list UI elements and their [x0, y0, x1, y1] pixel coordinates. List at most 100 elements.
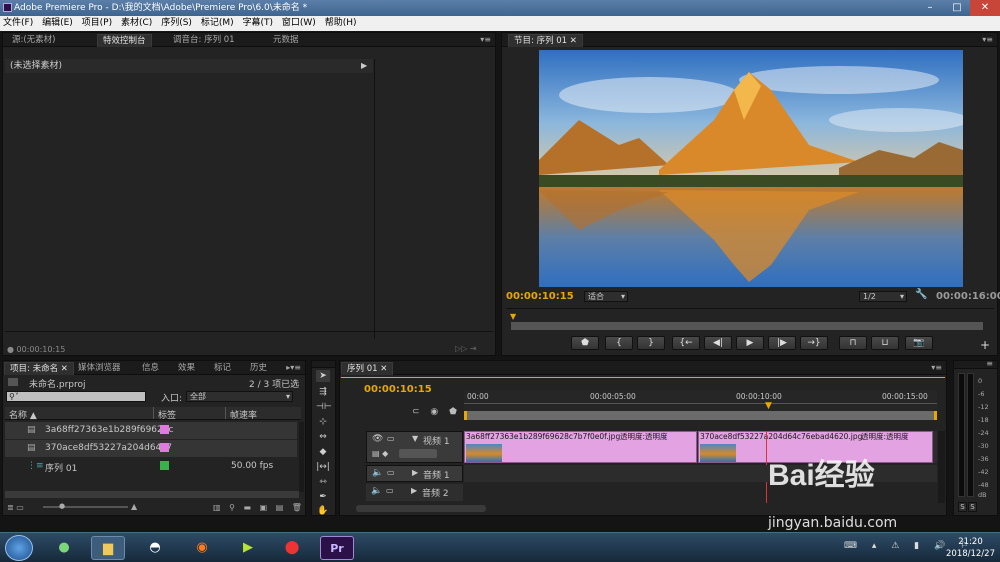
menu-help[interactable]: 帮助(H): [322, 16, 360, 31]
tab-project[interactable]: 项目: 未命名 ✕: [4, 362, 74, 375]
menu-edit[interactable]: 编辑(E): [39, 16, 76, 31]
menu-sequence[interactable]: 序列(S): [158, 16, 195, 31]
clip-effect[interactable]: 透明度:透明度: [620, 432, 668, 442]
speaker-icon[interactable]: 🔈: [372, 468, 383, 478]
mark-out-button[interactable]: }: [637, 336, 665, 350]
ripple-edit-tool-icon[interactable]: ⊣⊢: [316, 401, 332, 413]
display-style-icon[interactable]: ▤ ◆: [372, 449, 388, 458]
premiere-task-icon[interactable]: Pr: [320, 536, 354, 560]
minimize-button[interactable]: –: [917, 0, 943, 16]
step-back-button[interactable]: ◀|: [704, 336, 732, 350]
project-footer-icons[interactable]: ▥ ⚲ ▬ ▣ ▤ 🗑: [213, 503, 305, 512]
tab-media-browser[interactable]: 媒体浏览器: [73, 362, 126, 375]
search-input[interactable]: ⚲˅: [6, 391, 146, 402]
track-select-tool-icon[interactable]: ⇶: [316, 386, 330, 398]
recorder-task-icon[interactable]: ⬤: [275, 536, 309, 560]
collapse-triangle-icon[interactable]: ▼: [412, 434, 418, 443]
timeline-zoom-scrollbar[interactable]: [356, 505, 486, 512]
fit-dropdown[interactable]: 适合 ▾: [584, 291, 628, 302]
export-frame-button[interactable]: 📷: [905, 336, 933, 350]
lift-button[interactable]: ⊓: [839, 336, 867, 350]
tab-effect-controls[interactable]: 特效控制台: [97, 34, 152, 47]
clock[interactable]: 21:20 2018/12/27: [946, 536, 995, 560]
qq-task-icon[interactable]: ◓: [138, 536, 172, 560]
pen-tool-icon[interactable]: ✒: [316, 491, 330, 503]
tab-effects[interactable]: 效果: [173, 362, 200, 375]
project-item-row[interactable]: ▤ 3a68ff27363e1b289f69628c: [5, 422, 297, 439]
zoom-slider[interactable]: [43, 506, 128, 508]
panel-menu-icon[interactable]: ▸▾≡: [286, 363, 301, 372]
tab-program[interactable]: 节目: 序列 01 ✕: [508, 34, 583, 47]
step-forward-button[interactable]: |▶: [768, 336, 796, 350]
firefox-task-icon[interactable]: ◉: [185, 536, 219, 560]
column-framerate-header[interactable]: 帧速率: [230, 408, 257, 421]
panel-menu-icon[interactable]: ▾≡: [931, 363, 942, 372]
keyframe-nav[interactable]: [399, 449, 437, 458]
go-to-out-button[interactable]: →}: [800, 336, 828, 350]
list-view-icon[interactable]: ≣ ▭: [7, 503, 24, 512]
browser-task-icon[interactable]: ●: [47, 536, 81, 560]
tab-markers[interactable]: 标记: [209, 362, 236, 375]
play-button[interactable]: ▶: [736, 336, 764, 350]
start-button[interactable]: [5, 535, 33, 561]
explorer-task-icon[interactable]: ▆: [91, 536, 125, 560]
eye-icon[interactable]: 👁: [372, 434, 383, 444]
timeline-vertical-scrollbar[interactable]: [938, 431, 945, 503]
lock-icon[interactable]: ▭: [387, 434, 395, 443]
menu-file[interactable]: 文件(F): [0, 16, 36, 31]
vertical-scrollbar[interactable]: [299, 422, 304, 492]
menu-window[interactable]: 窗口(W): [279, 16, 319, 31]
project-item-row[interactable]: ▤ 370ace8df53227a204d64c7: [5, 440, 297, 457]
menu-project[interactable]: 项目(P): [79, 16, 115, 31]
go-to-in-button[interactable]: {←: [672, 336, 700, 350]
expand-triangle-icon[interactable]: ▶: [411, 486, 417, 495]
mark-in-button[interactable]: {: [605, 336, 633, 350]
solo-right-button[interactable]: S: [968, 502, 977, 512]
menu-marker[interactable]: 标记(M): [198, 16, 237, 31]
tab-info[interactable]: 信息: [137, 362, 164, 375]
resolution-dropdown[interactable]: 1/2 ▾: [859, 291, 907, 302]
project-item-row[interactable]: ⋮≡ 序列 01 50.00 fps: [5, 458, 297, 475]
media-task-icon[interactable]: ▶: [231, 536, 265, 560]
time-ruler[interactable]: 00:00 00:00:05:00 00:00:10:00 00:00:15:0…: [464, 390, 937, 420]
snap-icon[interactable]: ⊂ ◉ ⬟: [412, 407, 461, 417]
panel-menu-icon[interactable]: ▾≡: [982, 35, 993, 44]
playhead-icon[interactable]: ▼: [765, 401, 772, 411]
selection-tool-icon[interactable]: ➤: [316, 370, 330, 382]
menu-clip[interactable]: 素材(C): [118, 16, 155, 31]
playhead-marker-icon[interactable]: ▼: [510, 312, 516, 321]
add-marker-button[interactable]: ⬟: [571, 336, 599, 350]
column-name-header[interactable]: 名称 ▲: [9, 408, 37, 421]
panel-menu-icon[interactable]: ▾≡: [480, 35, 491, 44]
lock-icon[interactable]: ▭: [386, 486, 394, 495]
close-button[interactable]: ✕: [970, 0, 1000, 16]
lock-icon[interactable]: ▭: [387, 468, 395, 477]
slide-tool-icon[interactable]: ⇿: [316, 476, 330, 488]
tab-sequence[interactable]: 序列 01 ✕: [341, 362, 394, 375]
tab-metadata[interactable]: 元数据: [268, 34, 304, 47]
extract-button[interactable]: ⊔: [871, 336, 899, 350]
speaker-icon[interactable]: 🔈: [371, 486, 382, 496]
tab-history[interactable]: 历史: [245, 362, 272, 375]
effect-footer-icons[interactable]: ▷▷ ⇥: [455, 344, 477, 353]
expand-triangle-icon[interactable]: ▶: [412, 468, 418, 477]
solo-left-button[interactable]: S: [958, 502, 967, 512]
slip-tool-icon[interactable]: |↔|: [316, 461, 330, 473]
sequence-timecode[interactable]: 00:00:10:15: [364, 384, 432, 395]
video-clip-1[interactable]: 3a68ff27363e1b289f69628c7b7f0e0f.jpg 透明度…: [464, 431, 697, 463]
expand-arrow-icon[interactable]: ▶: [361, 61, 367, 70]
in-point-dropdown[interactable]: 全部 ▾: [186, 391, 293, 402]
program-scrubber[interactable]: [510, 321, 984, 331]
work-area-bar[interactable]: [464, 411, 937, 420]
menu-title[interactable]: 字幕(T): [239, 16, 276, 31]
add-button-icon[interactable]: +: [980, 338, 990, 352]
razor-tool-icon[interactable]: ◆: [316, 446, 330, 458]
column-label-header[interactable]: 标签: [158, 408, 176, 421]
panel-menu-icon[interactable]: ≡: [986, 359, 993, 368]
wrench-icon[interactable]: 🔧: [915, 289, 927, 300]
program-timecode[interactable]: 00:00:10:15: [506, 291, 574, 302]
zoom-handle-icon[interactable]: ●: [59, 502, 65, 510]
tab-audio-mixer[interactable]: 调音台: 序列 01: [168, 34, 240, 47]
rate-stretch-tool-icon[interactable]: ⇔: [316, 431, 330, 443]
horizontal-scrollbar[interactable]: [5, 491, 299, 498]
